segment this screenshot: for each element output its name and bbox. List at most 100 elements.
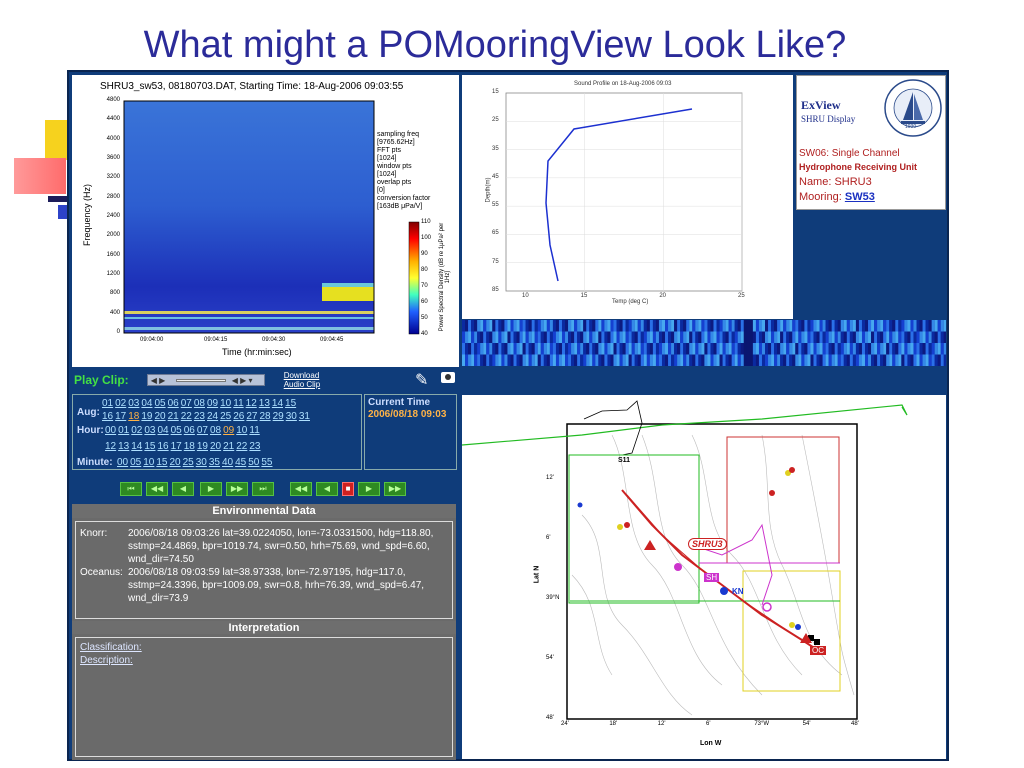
play-button[interactable]: ▶	[200, 482, 222, 496]
waterfall-cell	[740, 354, 744, 367]
description-link[interactable]: Description:	[80, 655, 133, 666]
first-button[interactable]: ⏮	[120, 482, 142, 496]
map-label-kn[interactable]: KN	[732, 587, 744, 596]
waterfall-cell	[704, 331, 708, 344]
player-play-icon[interactable]: ◀ ▶	[151, 376, 166, 385]
mooring-link[interactable]: SW53	[845, 191, 875, 203]
minute-link[interactable]: 50	[248, 457, 259, 468]
day-link[interactable]: 01	[102, 398, 113, 409]
day-link[interactable]: 27	[246, 411, 257, 422]
map-label-oc[interactable]: OC	[810, 646, 826, 655]
minute-link[interactable]: 15	[156, 457, 167, 468]
hour-link[interactable]: 03	[144, 425, 155, 436]
day-link[interactable]: 23	[194, 411, 205, 422]
day-link[interactable]: 16	[102, 411, 113, 422]
day-link[interactable]: 11	[233, 398, 243, 409]
day-link[interactable]: 05	[155, 398, 166, 409]
hour-link[interactable]: 21	[223, 441, 234, 452]
hour-link[interactable]: 04	[158, 425, 169, 436]
hour-link[interactable]: 15	[144, 441, 155, 452]
camera-icon[interactable]	[441, 372, 455, 383]
hour-link[interactable]: 06	[184, 425, 195, 436]
waterfall-cell	[522, 354, 526, 367]
player-volume-icon[interactable]: ◀ ▶ ▾	[232, 376, 253, 385]
last-button[interactable]: ⏭	[252, 482, 274, 496]
hour-link[interactable]: 18	[184, 441, 195, 452]
map-label-sh[interactable]: SH	[704, 573, 720, 582]
step-back-button[interactable]: ◀	[172, 482, 194, 496]
day-link[interactable]: 09	[207, 398, 218, 409]
pencil-icon[interactable]: ✎	[415, 370, 428, 390]
minute-link[interactable]: 35	[209, 457, 220, 468]
day-link[interactable]: 20	[155, 411, 166, 422]
hour-link[interactable]: 11	[249, 425, 259, 436]
minute-link[interactable]: 30	[196, 457, 207, 468]
forward-fast-button[interactable]: ▶▶	[384, 482, 406, 496]
fast-forward-button[interactable]: ▶▶	[226, 482, 248, 496]
reverse-button[interactable]: ◀	[316, 482, 338, 496]
hour-link[interactable]: 01	[118, 425, 129, 436]
minute-link[interactable]: 45	[235, 457, 246, 468]
hour-link[interactable]: 22	[236, 441, 247, 452]
minute-link[interactable]: 55	[261, 457, 272, 468]
download-link[interactable]: Download	[284, 371, 320, 380]
minute-link[interactable]: 20	[170, 457, 181, 468]
day-link[interactable]: 22	[181, 411, 192, 422]
hour-link[interactable]: 00	[105, 425, 116, 436]
day-link[interactable]: 10	[220, 398, 231, 409]
day-link[interactable]: 04	[141, 398, 152, 409]
stop-button[interactable]: ■	[342, 482, 354, 496]
day-link[interactable]: 03	[128, 398, 139, 409]
hour-link[interactable]: 23	[249, 441, 260, 452]
day-link[interactable]: 19	[141, 411, 152, 422]
day-link[interactable]: 30	[286, 411, 297, 422]
hour-link[interactable]: 14	[131, 441, 142, 452]
day-link[interactable]: 24	[207, 411, 218, 422]
day-link[interactable]: 21	[168, 411, 179, 422]
day-link[interactable]: 12	[246, 398, 257, 409]
day-link[interactable]: 26	[233, 411, 244, 422]
reverse-fast-button[interactable]: ◀◀	[290, 482, 312, 496]
day-link[interactable]: 15	[285, 398, 296, 409]
hour-link[interactable]: 05	[171, 425, 182, 436]
day-link[interactable]: 28	[260, 411, 271, 422]
day-link[interactable]: 31	[299, 411, 310, 422]
minute-link[interactable]: 25	[183, 457, 194, 468]
minute-link[interactable]: 10	[143, 457, 154, 468]
waterfall-cell	[561, 354, 566, 367]
hour-link[interactable]: 08	[210, 425, 221, 436]
hour-link[interactable]: 09	[223, 425, 234, 436]
day-link[interactable]: 18	[128, 411, 139, 422]
hour-link[interactable]: 16	[158, 441, 169, 452]
day-link[interactable]: 13	[259, 398, 270, 409]
hour-link[interactable]: 20	[210, 441, 221, 452]
hour-link[interactable]: 19	[197, 441, 208, 452]
day-link[interactable]: 14	[272, 398, 283, 409]
day-link[interactable]: 06	[168, 398, 179, 409]
day-link[interactable]: 29	[273, 411, 284, 422]
day-link[interactable]: 07	[181, 398, 192, 409]
forward-button[interactable]: ▶	[358, 482, 380, 496]
waterfall-cell	[713, 343, 717, 355]
day-link[interactable]: 17	[115, 411, 126, 422]
day-link[interactable]: 25	[220, 411, 231, 422]
hour-link[interactable]: 02	[131, 425, 142, 436]
day-link[interactable]: 02	[115, 398, 126, 409]
minute-link[interactable]: 05	[130, 457, 141, 468]
spectrogram-y-tick: 2800	[106, 193, 120, 200]
hour-link[interactable]: 17	[171, 441, 182, 452]
day-link[interactable]: 08	[194, 398, 205, 409]
minute-link[interactable]: 40	[222, 457, 233, 468]
rewind-button[interactable]: ◀◀	[146, 482, 168, 496]
hour-link[interactable]: 07	[197, 425, 208, 436]
hour-link[interactable]: 13	[118, 441, 129, 452]
player-seek-slider[interactable]	[175, 379, 226, 382]
waterfall-cell	[604, 343, 608, 355]
hour-link[interactable]: 10	[236, 425, 247, 436]
minute-link[interactable]: 00	[117, 457, 128, 468]
classification-link[interactable]: Classification:	[80, 642, 142, 653]
audio-player[interactable]: ◀ ▶ ◀ ▶ ▾	[146, 374, 265, 386]
audio-clip-link[interactable]: Audio Clip	[284, 380, 320, 389]
hour-link[interactable]: 12	[105, 441, 116, 452]
map-label-shru[interactable]: SHRU3	[688, 538, 727, 550]
